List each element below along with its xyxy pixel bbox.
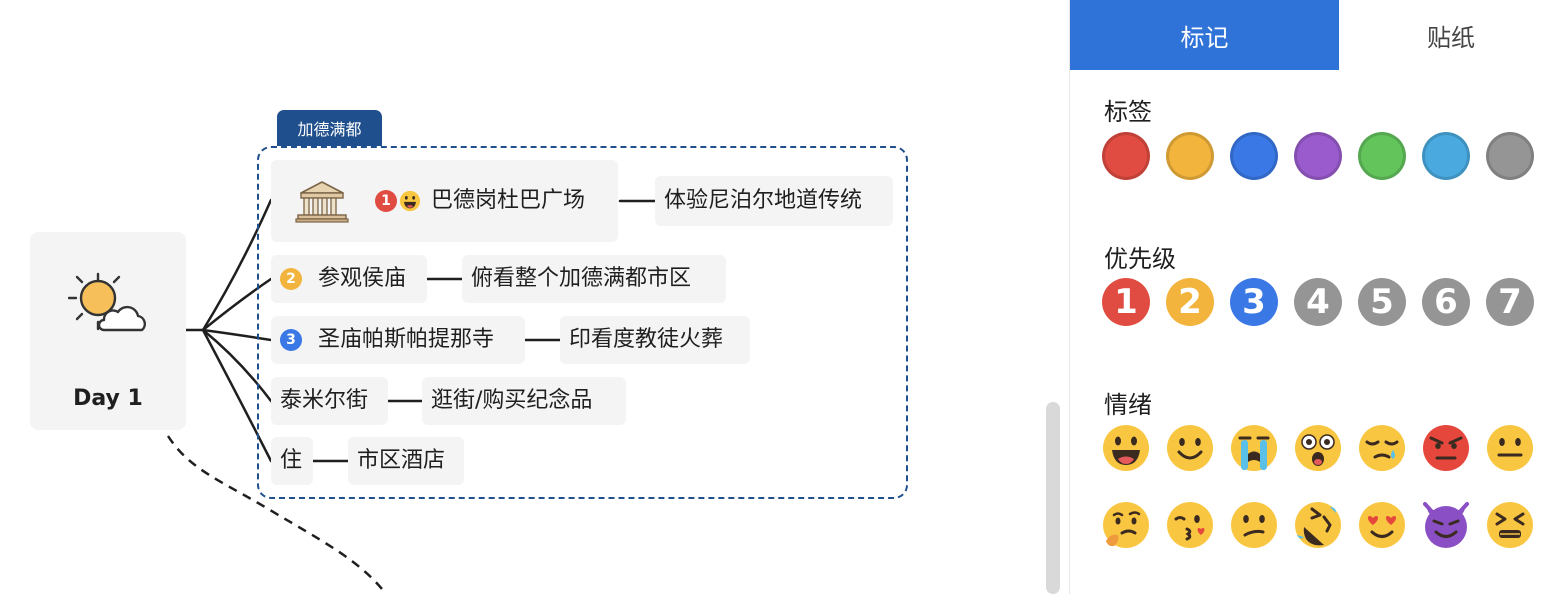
neutral-face-icon[interactable] <box>1486 424 1534 472</box>
panel-scrollbar[interactable] <box>1046 402 1060 594</box>
subtopic-label: 体验尼泊尔地道传统 <box>664 188 863 213</box>
topic-label: 圣庙帕斯帕提那寺 <box>318 327 495 352</box>
priority-marker-6[interactable]: 6 <box>1422 278 1470 326</box>
topic-pashupatinath[interactable]: 3 圣庙帕斯帕提那寺 <box>271 316 525 364</box>
priority-2-badge: 2 <box>280 268 302 290</box>
topic-label: 泰米尔街 <box>280 388 369 413</box>
boundary-title[interactable]: 加德满都 <box>277 110 382 146</box>
astonished-face-icon[interactable] <box>1294 424 1342 472</box>
priority-marker-4[interactable]: 4 <box>1294 278 1342 326</box>
priority-marker-5[interactable]: 5 <box>1358 278 1406 326</box>
mindmap-canvas[interactable]: Day 1 加德满都 1 巴德岗杜巴广场 体验尼泊尔地道传统 2 参观侯庙 俯看… <box>0 0 1040 594</box>
priority-section-title: 优先级 <box>1104 245 1176 273</box>
priority-row: 1234567 <box>1102 278 1534 326</box>
grinning-face-icon <box>399 190 421 212</box>
priority-marker-7[interactable]: 7 <box>1486 278 1534 326</box>
smiling-devil-icon[interactable] <box>1422 501 1470 549</box>
tags-section-title: 标签 <box>1104 98 1152 126</box>
tab-markers[interactable]: 标记 <box>1070 0 1339 70</box>
rolling-laughing-face-icon[interactable] <box>1294 501 1342 549</box>
smiling-face-icon[interactable] <box>1166 424 1214 472</box>
tag-color-swatch-2[interactable] <box>1166 132 1214 180</box>
panel-tabs: 标记 贴纸 <box>1070 0 1562 70</box>
priority-marker-3[interactable]: 3 <box>1230 278 1278 326</box>
topic-thamel-street[interactable]: 泰米尔街 <box>271 377 388 425</box>
sleepy-face-icon[interactable] <box>1358 424 1406 472</box>
crying-face-icon[interactable] <box>1230 424 1278 472</box>
subtopic-hindu-cremation[interactable]: 印看度教徒火葬 <box>560 316 750 364</box>
root-topic-label: Day 1 <box>73 386 143 411</box>
topic-badegang-durbar-square[interactable]: 1 巴德岗杜巴广场 <box>271 160 618 242</box>
confused-face-icon[interactable] <box>1230 501 1278 549</box>
markers-panel: 标记 贴纸 标签 优先级 1234567 情绪 <box>1069 0 1562 594</box>
priority-1-badge: 1 <box>375 190 397 212</box>
subtopic-label: 市区酒店 <box>357 448 446 473</box>
topic-label: 参观侯庙 <box>318 266 407 291</box>
squinting-face-icon[interactable] <box>1486 501 1534 549</box>
mood-row-2 <box>1102 501 1534 549</box>
root-topic[interactable]: Day 1 <box>30 232 186 430</box>
angry-face-icon[interactable] <box>1422 424 1470 472</box>
priority-marker-2[interactable]: 2 <box>1166 278 1214 326</box>
tag-color-swatch-3[interactable] <box>1230 132 1278 180</box>
subtopic-label: 俯看整个加德满都市区 <box>471 266 692 291</box>
thinking-face-icon[interactable] <box>1102 501 1150 549</box>
subtopic-experience-tradition[interactable]: 体验尼泊尔地道传统 <box>655 176 893 226</box>
priority-marker-1[interactable]: 1 <box>1102 278 1150 326</box>
subtopic-overlook-city[interactable]: 俯看整个加德满都市区 <box>462 255 726 303</box>
mood-row-1 <box>1102 424 1534 472</box>
topic-label: 巴德岗杜巴广场 <box>431 188 586 213</box>
topic-stay[interactable]: 住 <box>271 437 313 485</box>
tag-color-swatch-1[interactable] <box>1102 132 1150 180</box>
subtopic-downtown-hotel[interactable]: 市区酒店 <box>348 437 464 485</box>
tag-color-swatch-6[interactable] <box>1422 132 1470 180</box>
tab-stickers[interactable]: 贴纸 <box>1339 0 1562 70</box>
topic-label: 住 <box>280 448 303 473</box>
subtopic-label: 印看度教徒火葬 <box>569 327 724 352</box>
subtopic-label: 逛街/购买纪念品 <box>431 388 593 413</box>
tag-color-swatch-7[interactable] <box>1486 132 1534 180</box>
temple-icon <box>295 181 349 223</box>
sun-cloud-icon <box>68 272 146 332</box>
mood-section-title: 情绪 <box>1104 391 1152 419</box>
topic-visit-temple[interactable]: 2 参观侯庙 <box>271 255 427 303</box>
tag-color-swatch-5[interactable] <box>1358 132 1406 180</box>
heart-eyes-face-icon[interactable] <box>1358 501 1406 549</box>
subtopic-shopping[interactable]: 逛街/购买纪念品 <box>422 377 626 425</box>
tag-color-swatch-4[interactable] <box>1294 132 1342 180</box>
grinning-face-icon[interactable] <box>1102 424 1150 472</box>
kissing-face-icon[interactable] <box>1166 501 1214 549</box>
priority-3-badge: 3 <box>280 329 302 351</box>
tag-color-row <box>1102 132 1534 180</box>
